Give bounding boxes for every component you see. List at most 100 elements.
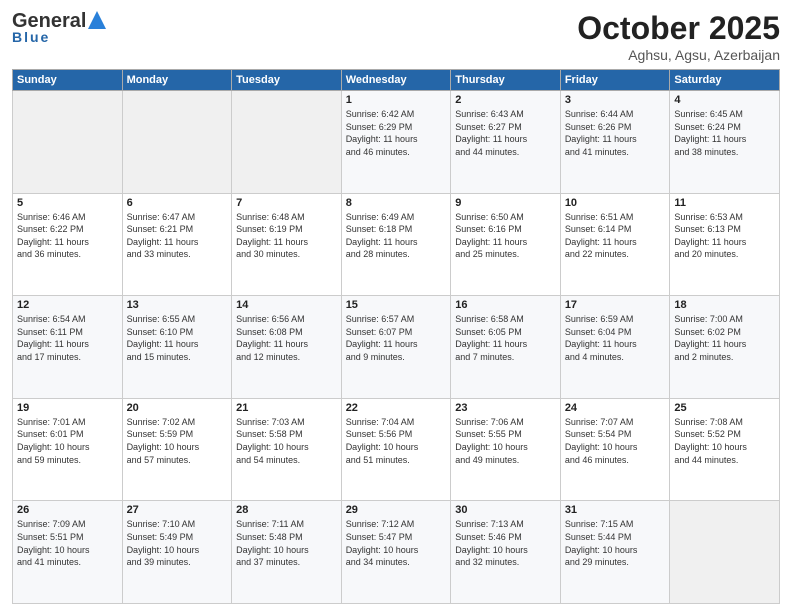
day-info: Sunrise: 6:49 AM Sunset: 6:18 PM Dayligh… xyxy=(346,211,447,261)
day-info: Sunrise: 6:51 AM Sunset: 6:14 PM Dayligh… xyxy=(565,211,666,261)
day-info: Sunrise: 6:44 AM Sunset: 6:26 PM Dayligh… xyxy=(565,108,666,158)
day-number: 27 xyxy=(127,504,228,516)
day-number: 6 xyxy=(127,197,228,209)
day-info: Sunrise: 7:09 AM Sunset: 5:51 PM Dayligh… xyxy=(17,518,118,568)
day-number: 16 xyxy=(455,299,556,311)
calendar-cell xyxy=(232,91,342,194)
calendar-cell: 28Sunrise: 7:11 AM Sunset: 5:48 PM Dayli… xyxy=(232,501,342,604)
day-number: 17 xyxy=(565,299,666,311)
day-number: 4 xyxy=(674,94,775,106)
calendar-cell: 25 Sunrise: 7:08 AM Sunset: 5:52 PM Dayli… xyxy=(670,398,780,501)
day-info: Sunrise: 7:02 AM Sunset: 5:59 PM Dayligh… xyxy=(127,416,228,466)
col-header-sunday: Sunday xyxy=(13,70,123,91)
day-info: Sunrise: 6:53 AM Sunset: 6:13 PM Dayligh… xyxy=(674,211,775,261)
calendar-cell: 16 Sunrise: 6:58 AM Sunset: 6:05 PM Dayli… xyxy=(451,296,561,399)
day-number: 10 xyxy=(565,197,666,209)
calendar-cell: 26 Sunrise: 7:09 AM Sunset: 5:51 PM Dayli… xyxy=(13,501,123,604)
day-number: 3 xyxy=(565,94,666,106)
day-number: 12 xyxy=(17,299,118,311)
day-info: Sunrise: 6:47 AM Sunset: 6:21 PM Dayligh… xyxy=(127,211,228,261)
calendar-cell: 17 Sunrise: 6:59 AM Sunset: 6:04 PM Dayli… xyxy=(560,296,670,399)
calendar-cell: 19Sunrise: 7:01 AM Sunset: 6:01 PM Dayli… xyxy=(13,398,123,501)
logo-blue: Blue xyxy=(12,29,50,45)
day-number: 21 xyxy=(236,402,337,414)
day-number: 13 xyxy=(127,299,228,311)
col-header-friday: Friday xyxy=(560,70,670,91)
calendar-cell: 5 Sunrise: 6:46 AM Sunset: 6:22 PM Daylig… xyxy=(13,193,123,296)
col-header-wednesday: Wednesday xyxy=(341,70,451,91)
day-number: 30 xyxy=(455,504,556,516)
calendar-cell: 12 Sunrise: 6:54 AM Sunset: 6:11 PM Dayli… xyxy=(13,296,123,399)
calendar-cell: 8 Sunrise: 6:49 AM Sunset: 6:18 PM Daylig… xyxy=(341,193,451,296)
calendar-cell: 1 Sunrise: 6:42 AM Sunset: 6:29 PM Daylig… xyxy=(341,91,451,194)
col-header-thursday: Thursday xyxy=(451,70,561,91)
calendar-cell: 10 Sunrise: 6:51 AM Sunset: 6:14 PM Dayli… xyxy=(560,193,670,296)
calendar-row-3: 19Sunrise: 7:01 AM Sunset: 6:01 PM Dayli… xyxy=(13,398,780,501)
calendar-cell: 6 Sunrise: 6:47 AM Sunset: 6:21 PM Daylig… xyxy=(122,193,232,296)
col-header-monday: Monday xyxy=(122,70,232,91)
day-info: Sunrise: 7:15 AM Sunset: 5:44 PM Dayligh… xyxy=(565,518,666,568)
day-info: Sunrise: 7:03 AM Sunset: 5:58 PM Dayligh… xyxy=(236,416,337,466)
calendar-cell: 20 Sunrise: 7:02 AM Sunset: 5:59 PM Dayli… xyxy=(122,398,232,501)
day-info: Sunrise: 6:48 AM Sunset: 6:19 PM Dayligh… xyxy=(236,211,337,261)
day-number: 18 xyxy=(674,299,775,311)
header: General Blue October 2025 Aghsu, Agsu, A… xyxy=(12,10,780,63)
page: General Blue October 2025 Aghsu, Agsu, A… xyxy=(0,0,792,612)
calendar-cell: 23 Sunrise: 7:06 AM Sunset: 5:55 PM Dayli… xyxy=(451,398,561,501)
calendar-cell: 18 Sunrise: 7:00 AM Sunset: 6:02 PM Dayli… xyxy=(670,296,780,399)
day-info: Sunrise: 6:56 AM Sunset: 6:08 PM Dayligh… xyxy=(236,313,337,363)
day-info: Sunrise: 7:01 AM Sunset: 6:01 PM Dayligh… xyxy=(17,416,118,466)
day-number: 25 xyxy=(674,402,775,414)
calendar-cell: 30 Sunrise: 7:13 AM Sunset: 5:46 PM Dayli… xyxy=(451,501,561,604)
day-info: Sunrise: 7:08 AM Sunset: 5:52 PM Dayligh… xyxy=(674,416,775,466)
day-info: Sunrise: 7:04 AM Sunset: 5:56 PM Dayligh… xyxy=(346,416,447,466)
calendar-cell: 3 Sunrise: 6:44 AM Sunset: 6:26 PM Daylig… xyxy=(560,91,670,194)
day-info: Sunrise: 6:59 AM Sunset: 6:04 PM Dayligh… xyxy=(565,313,666,363)
calendar-cell: 13Sunrise: 6:55 AM Sunset: 6:10 PM Dayli… xyxy=(122,296,232,399)
calendar-cell: 14Sunrise: 6:56 AM Sunset: 6:08 PM Dayli… xyxy=(232,296,342,399)
day-number: 8 xyxy=(346,197,447,209)
day-number: 7 xyxy=(236,197,337,209)
col-header-tuesday: Tuesday xyxy=(232,70,342,91)
day-number: 31 xyxy=(565,504,666,516)
day-info: Sunrise: 6:58 AM Sunset: 6:05 PM Dayligh… xyxy=(455,313,556,363)
day-info: Sunrise: 6:46 AM Sunset: 6:22 PM Dayligh… xyxy=(17,211,118,261)
calendar-cell: 24 Sunrise: 7:07 AM Sunset: 5:54 PM Dayli… xyxy=(560,398,670,501)
day-info: Sunrise: 6:42 AM Sunset: 6:29 PM Dayligh… xyxy=(346,108,447,158)
day-info: Sunrise: 7:00 AM Sunset: 6:02 PM Dayligh… xyxy=(674,313,775,363)
day-number: 1 xyxy=(346,94,447,106)
day-number: 15 xyxy=(346,299,447,311)
calendar-cell: 11Sunrise: 6:53 AM Sunset: 6:13 PM Dayli… xyxy=(670,193,780,296)
day-info: Sunrise: 6:43 AM Sunset: 6:27 PM Dayligh… xyxy=(455,108,556,158)
day-number: 5 xyxy=(17,197,118,209)
day-number: 20 xyxy=(127,402,228,414)
day-info: Sunrise: 6:57 AM Sunset: 6:07 PM Dayligh… xyxy=(346,313,447,363)
calendar-cell: 2Sunrise: 6:43 AM Sunset: 6:27 PM Daylig… xyxy=(451,91,561,194)
calendar-subtitle: Aghsu, Agsu, Azerbaijan xyxy=(577,47,780,63)
calendar-row-1: 5 Sunrise: 6:46 AM Sunset: 6:22 PM Daylig… xyxy=(13,193,780,296)
day-info: Sunrise: 7:10 AM Sunset: 5:49 PM Dayligh… xyxy=(127,518,228,568)
calendar-cell: 21 Sunrise: 7:03 AM Sunset: 5:58 PM Dayli… xyxy=(232,398,342,501)
day-info: Sunrise: 7:11 AM Sunset: 5:48 PM Dayligh… xyxy=(236,518,337,568)
calendar-cell xyxy=(122,91,232,194)
day-info: Sunrise: 7:13 AM Sunset: 5:46 PM Dayligh… xyxy=(455,518,556,568)
day-number: 29 xyxy=(346,504,447,516)
day-number: 22 xyxy=(346,402,447,414)
calendar-cell: 4Sunrise: 6:45 AM Sunset: 6:24 PM Daylig… xyxy=(670,91,780,194)
title-block: October 2025 Aghsu, Agsu, Azerbaijan xyxy=(577,10,780,63)
day-number: 26 xyxy=(17,504,118,516)
calendar-cell: 22 Sunrise: 7:04 AM Sunset: 5:56 PM Dayli… xyxy=(341,398,451,501)
calendar-cell xyxy=(13,91,123,194)
logo: General Blue xyxy=(12,10,106,45)
calendar-title: October 2025 xyxy=(577,10,780,47)
day-info: Sunrise: 7:07 AM Sunset: 5:54 PM Dayligh… xyxy=(565,416,666,466)
day-number: 24 xyxy=(565,402,666,414)
day-info: Sunrise: 6:50 AM Sunset: 6:16 PM Dayligh… xyxy=(455,211,556,261)
calendar-cell: 29Sunrise: 7:12 AM Sunset: 5:47 PM Dayli… xyxy=(341,501,451,604)
day-number: 9 xyxy=(455,197,556,209)
day-number: 23 xyxy=(455,402,556,414)
day-info: Sunrise: 7:06 AM Sunset: 5:55 PM Dayligh… xyxy=(455,416,556,466)
day-info: Sunrise: 6:54 AM Sunset: 6:11 PM Dayligh… xyxy=(17,313,118,363)
calendar-cell: 27 Sunrise: 7:10 AM Sunset: 5:49 PM Dayli… xyxy=(122,501,232,604)
logo-icon xyxy=(88,11,106,29)
